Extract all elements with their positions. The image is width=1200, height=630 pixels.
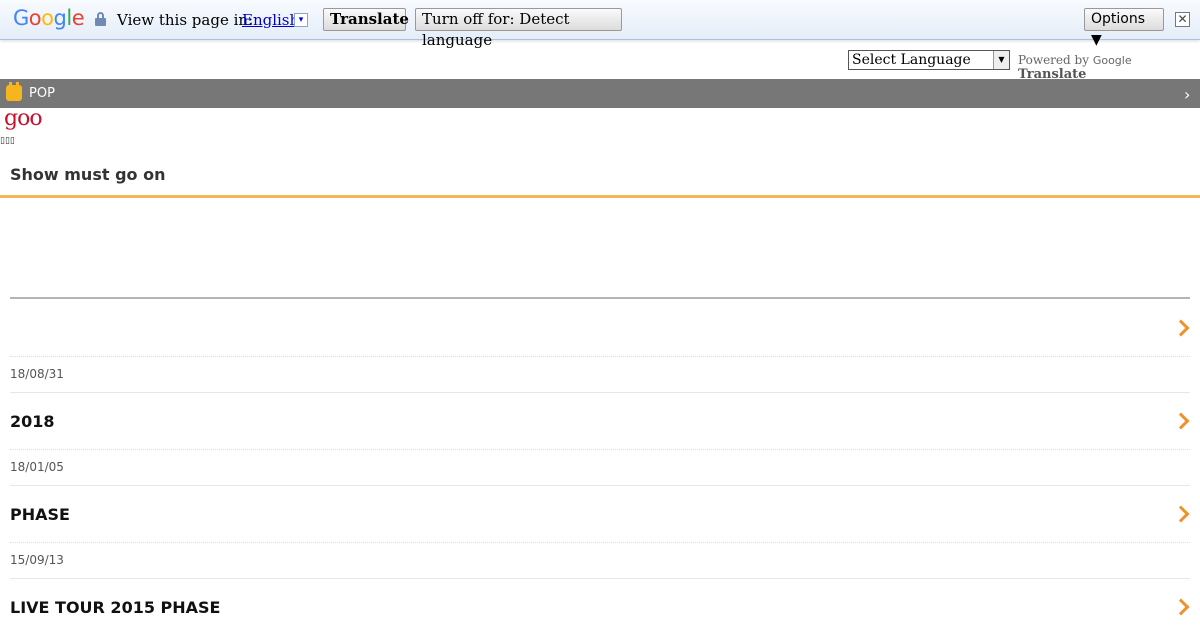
view-page-label: View this page in:	[117, 11, 254, 29]
entry-title[interactable]: PHASE	[10, 505, 70, 524]
row-divider	[10, 392, 1190, 393]
row-divider	[10, 578, 1190, 579]
logo-letter: e	[71, 6, 85, 30]
row-divider	[10, 449, 1190, 450]
powered-by: Powered by Google Translate	[1018, 53, 1200, 82]
entry-date: 15/09/13	[10, 553, 64, 567]
language-select[interactable]: Select Language ▼	[848, 50, 1010, 70]
dropdown-arrow-icon: ▼	[993, 51, 1009, 69]
row-divider	[10, 485, 1190, 486]
options-button[interactable]: Options ▼	[1084, 8, 1164, 48]
category-label: POP	[29, 86, 55, 101]
logo-letter: g	[53, 6, 67, 30]
category-bar[interactable]: POP ›	[0, 79, 1200, 108]
tv-icon	[6, 82, 22, 101]
chevron-right-icon[interactable]	[1175, 599, 1189, 617]
language-dropdown-icon[interactable]: ▾	[294, 13, 308, 27]
entry-title[interactable]: LIVE TOUR 2015 PHASE	[10, 598, 220, 617]
page-title: Show must go on	[10, 165, 166, 184]
entry-date: 18/01/05	[10, 460, 64, 474]
logo-letter: G	[13, 6, 29, 30]
row-divider	[10, 542, 1190, 543]
section-divider	[10, 297, 1190, 299]
chevron-right-icon: ›	[1184, 85, 1191, 104]
entry-date: 18/08/31	[10, 367, 64, 381]
logo-letter: o	[28, 6, 42, 30]
brand-logo[interactable]: goo	[4, 106, 43, 131]
language-link[interactable]: English	[242, 11, 299, 29]
accent-divider	[0, 195, 1200, 198]
google-small-logo: Google	[1092, 54, 1132, 67]
turn-off-button[interactable]: Turn off for: Detect language	[415, 8, 622, 49]
logo-letter: o	[41, 6, 54, 30]
missing-glyph-text: ▯▯▯	[0, 136, 15, 146]
translate-button[interactable]: Translate	[323, 8, 409, 31]
chevron-right-icon[interactable]	[1175, 413, 1189, 431]
google-logo: Google	[13, 6, 85, 30]
powered-by-label: Powered by	[1018, 53, 1089, 67]
chevron-right-icon[interactable]	[1175, 506, 1189, 524]
row-divider	[10, 356, 1190, 357]
close-icon[interactable]: ✕	[1175, 12, 1190, 27]
entry-title[interactable]: 2018	[10, 412, 55, 431]
lock-icon	[95, 12, 106, 26]
chevron-right-icon[interactable]	[1175, 320, 1189, 338]
language-select-value: Select Language	[852, 52, 971, 68]
google-translate-bar: Google View this page in: English ▾ Tran…	[0, 0, 1200, 49]
